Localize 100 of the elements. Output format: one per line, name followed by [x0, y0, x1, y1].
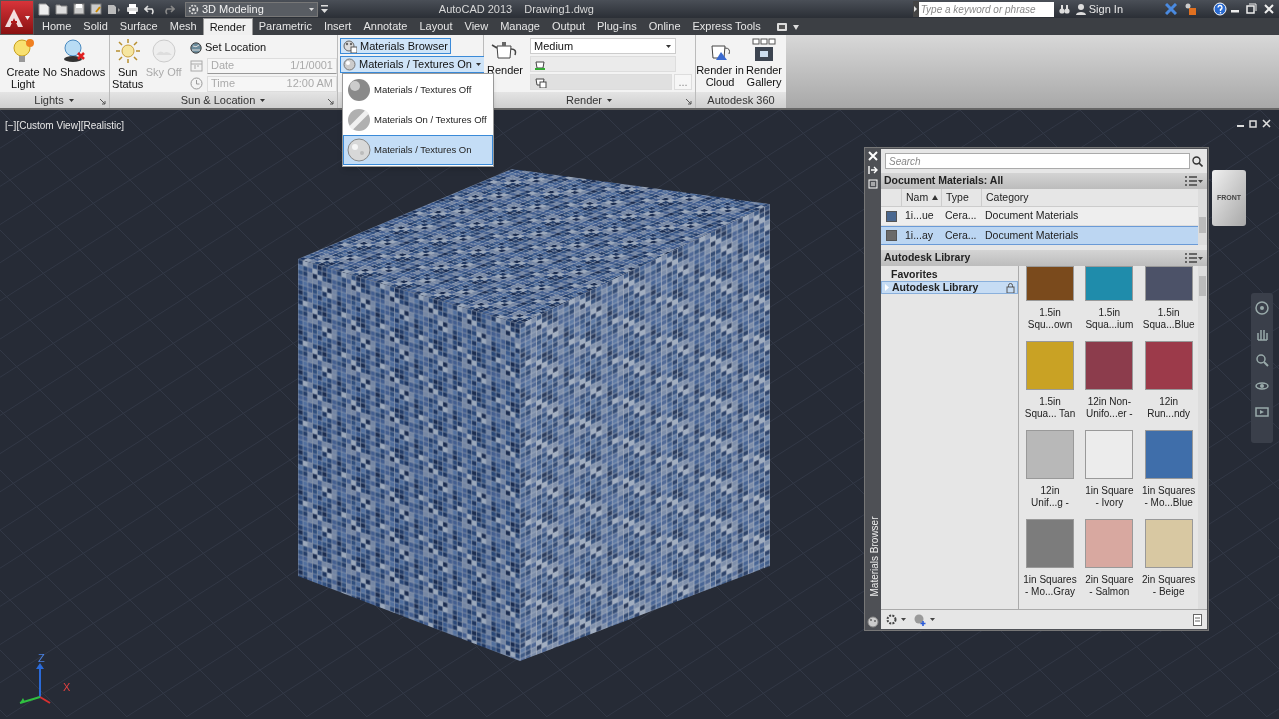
help-icon[interactable] [1213, 2, 1227, 16]
menu-item[interactable]: Materials On / Textures Off [343, 105, 493, 135]
binoculars-icon[interactable] [1058, 3, 1070, 15]
ribbon-tab[interactable]: Express Tools [686, 18, 767, 35]
create-material-icon[interactable] [914, 613, 926, 626]
no-shadows-button[interactable]: No Shadows [42, 35, 106, 91]
lock-user-icon[interactable] [1183, 3, 1197, 15]
scrollbar[interactable] [1198, 266, 1207, 609]
search-field[interactable]: Search [885, 153, 1190, 169]
material-swatch[interactable] [1144, 266, 1193, 301]
library-tree-item[interactable]: Autodesk Library [881, 281, 1018, 294]
steering-wheel-icon[interactable] [1255, 301, 1269, 315]
material-swatch[interactable] [1026, 341, 1074, 390]
ribbon-tab[interactable]: Render [202, 18, 253, 35]
render-quality-dropdown[interactable]: Medium [530, 38, 676, 54]
material-swatch[interactable] [1085, 266, 1134, 301]
materials-palette-icon[interactable] [867, 616, 879, 628]
application-menu-button[interactable] [0, 0, 34, 35]
table-cell-text: 1i...ue [904, 208, 935, 224]
redo-icon[interactable] [162, 3, 175, 15]
material-row[interactable]: 1i...ay Cera... Document Materials [881, 226, 1198, 245]
orbit-icon[interactable] [1255, 379, 1269, 393]
table-cell-text: 1i...ay [904, 227, 934, 243]
light-bulb-icon [11, 38, 35, 64]
print-icon[interactable] [126, 3, 139, 15]
list-view-icon[interactable] [1185, 176, 1197, 186]
material-swatch[interactable] [1085, 519, 1134, 568]
swatch-label: 12in Non- Unifo...er - [1086, 395, 1133, 421]
render-gallery-button[interactable]: Render Gallery [744, 35, 784, 91]
material-swatch[interactable] [1085, 341, 1134, 390]
caret-icon [1197, 178, 1204, 184]
ribbon-tab[interactable]: Surface [113, 18, 164, 35]
render-in-cloud-button[interactable]: Render in Cloud [696, 35, 744, 91]
scrollbar[interactable] [1198, 189, 1207, 245]
pan-hand-icon[interactable] [1255, 327, 1269, 341]
menu-item[interactable]: Materials / Textures On [343, 135, 493, 165]
gear-icon[interactable] [886, 614, 897, 625]
ribbon-tab[interactable]: Solid [77, 18, 114, 35]
ribbon-tab[interactable]: Layout [413, 18, 459, 35]
material-swatch[interactable] [1144, 430, 1193, 479]
file-name: Drawing1.dwg [524, 1, 594, 17]
search-icon[interactable] [1192, 155, 1203, 167]
section-header[interactable]: Autodesk Library [881, 250, 1207, 266]
customize-menu-icon[interactable] [320, 3, 330, 15]
browse-button[interactable]: ... [674, 74, 692, 90]
open-folder-icon[interactable] [55, 3, 68, 15]
ribbon-tab[interactable]: View [458, 18, 495, 35]
column-header[interactable]: Category [981, 188, 1181, 207]
save-as-icon[interactable] [90, 3, 102, 15]
dialog-launcher-icon[interactable] [686, 99, 692, 105]
ribbon-tab[interactable]: Annotate [357, 18, 414, 35]
new-file-icon[interactable] [38, 2, 50, 16]
set-location-button[interactable]: Set Location [190, 39, 337, 56]
ribbon-tab[interactable]: Online [642, 18, 687, 35]
material-swatch[interactable] [1026, 430, 1074, 479]
save-icon[interactable] [73, 3, 85, 15]
panel-title-bar[interactable]: Sun & Location [110, 92, 337, 108]
ribbon-tab[interactable]: Parametric [252, 18, 318, 35]
ribbon-tab[interactable]: Plug-ins [590, 18, 643, 35]
create-light-button[interactable]: Create Light [4, 35, 42, 91]
section-header[interactable]: Document Materials: All [881, 173, 1207, 189]
panel-title-bar[interactable]: Autodesk 360 [696, 92, 786, 108]
sign-in-button[interactable]: Sign In [1075, 0, 1123, 18]
column-header[interactable]: Nam [901, 188, 941, 207]
material-swatch[interactable] [1026, 519, 1074, 568]
dialog-launcher-icon[interactable] [100, 99, 106, 105]
material-swatch[interactable] [1144, 341, 1193, 390]
editor-icon[interactable] [1193, 613, 1202, 626]
panel-title-bar[interactable]: Lights [0, 92, 109, 108]
material-swatch[interactable] [1144, 519, 1193, 568]
ribbon-tab[interactable]: Mesh [163, 18, 203, 35]
render-output-field[interactable] [530, 74, 672, 90]
close-icon[interactable] [1262, 119, 1271, 128]
zoom-icon[interactable] [1255, 353, 1269, 367]
publish-icon[interactable] [107, 3, 121, 15]
library-tree-item[interactable]: Favorites [881, 268, 1018, 281]
gallery-icon [752, 38, 776, 62]
material-swatch[interactable] [1026, 266, 1074, 301]
workspace-dropdown[interactable]: 3D Modeling [185, 1, 318, 17]
properties-icon[interactable] [868, 179, 878, 189]
search-field[interactable]: Type a keyword or phrase [918, 1, 1054, 17]
exchange-x-icon[interactable] [1165, 3, 1177, 15]
ribbon-tab[interactable]: Manage [494, 18, 546, 35]
navigation-bar[interactable] [1251, 293, 1273, 443]
viewport-label[interactable]: [−][Custom View][Realistic] [5, 118, 125, 133]
column-header[interactable]: Type [941, 188, 981, 207]
material-row[interactable]: 1i...ue Cera... Document Materials [881, 207, 1198, 226]
restore-icon[interactable] [1249, 119, 1258, 128]
list-view-icon[interactable] [1185, 253, 1197, 263]
material-swatch[interactable] [1085, 430, 1134, 479]
ribbon-tab[interactable]: Insert [317, 18, 358, 35]
materials-browser-button[interactable]: Materials Browser [340, 38, 452, 54]
sun-status-button[interactable]: Sun Status [112, 35, 144, 91]
ribbon-tab[interactable]: Home [36, 18, 78, 35]
materials-textures-dropdown[interactable]: Materials / Textures On [340, 56, 485, 73]
showmotion-icon[interactable] [1255, 405, 1269, 419]
auto-hide-icon[interactable] [868, 165, 878, 175]
dialog-launcher-icon[interactable] [328, 99, 334, 105]
undo-icon[interactable] [144, 3, 157, 15]
ribbon-tab[interactable]: Output [545, 18, 591, 35]
